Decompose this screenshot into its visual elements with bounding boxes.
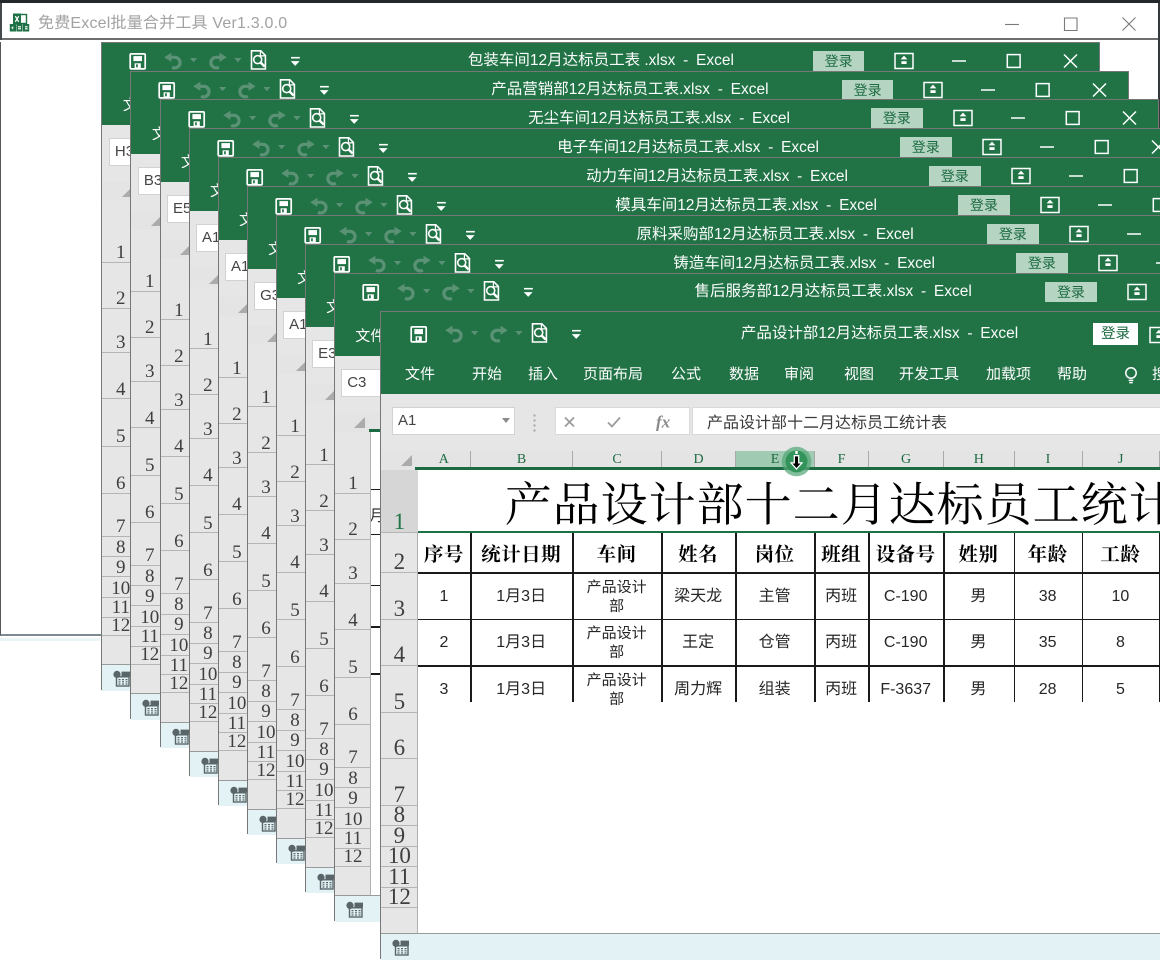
svg-text:fx: fx xyxy=(656,412,671,431)
